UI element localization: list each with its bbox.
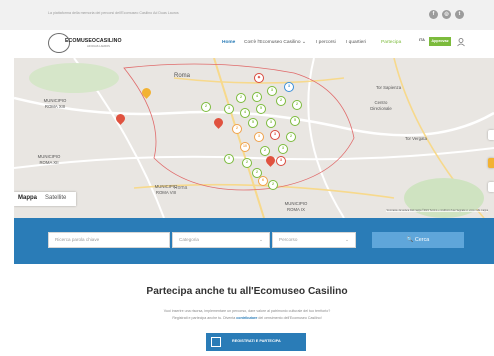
partecipa-description: Vuoi inserire una risorsa, implementare … — [163, 309, 331, 313]
map-cluster-marker[interactable]: 3 — [266, 118, 276, 128]
map-label: Tor Sapienza — [376, 85, 402, 90]
map-cluster-marker[interactable]: 2 — [276, 96, 286, 106]
main-header: ECOMUSEOCASILINO AD DUAS LAUROS Home Cos… — [0, 30, 494, 58]
site-tagline: La piattaforma della memoria dei percors… — [48, 11, 179, 15]
partecipa-title: Partecipa anche tu all'Ecomuseo Casilino — [146, 286, 348, 297]
logo-subtitle: AD DUAS LAUROS — [87, 45, 110, 48]
pegman-icon[interactable] — [488, 158, 494, 168]
search-panel: Ricerca parola chiave Categoria ⌄ Percor… — [14, 218, 494, 264]
facebook-icon[interactable]: f — [429, 10, 438, 19]
map-cluster-marker[interactable]: 2 — [242, 158, 252, 168]
user-icon[interactable] — [456, 37, 466, 47]
logo-name: ECOMUSEOCASILINO — [65, 38, 122, 44]
register-icon — [211, 337, 221, 347]
chevron-down-icon: ⌄ — [345, 237, 349, 242]
nav-partecipa[interactable]: Partecipa — [381, 40, 401, 45]
percorso-select[interactable]: Percorso ⌄ — [272, 232, 356, 248]
map-cluster-marker[interactable]: 5 — [290, 116, 300, 126]
twitter-icon[interactable]: t — [455, 10, 464, 19]
map-type-satellite[interactable]: Satellite — [45, 195, 66, 201]
map-label: Tor Vergata — [405, 136, 427, 141]
map-label: MUNICIPIO ROMA IX — [284, 201, 308, 212]
map-cluster-marker[interactable]: 2 — [232, 124, 242, 134]
nav-ecomuseo[interactable]: Cos'è l'Ecomuseo Casilino ⌄ — [244, 40, 306, 45]
chevron-down-icon: ⌄ — [259, 237, 263, 242]
nav-percorsi[interactable]: I percorsi — [316, 40, 336, 45]
map-cluster-marker[interactable]: 2 — [201, 102, 211, 112]
contributore-link[interactable]: contributore — [236, 316, 257, 320]
map-cluster-marker[interactable]: 2 — [286, 132, 296, 142]
map-cluster-marker[interactable]: 2 — [268, 180, 278, 190]
language-selector[interactable]: ITA — [419, 38, 425, 42]
category-select[interactable]: Categoria ⌄ — [172, 232, 270, 248]
map-attribution: Scorciatoie da tastiera Dati mappa ©2021… — [386, 210, 488, 212]
map-cluster-marker[interactable]: 3 — [267, 86, 277, 96]
map-cluster-marker[interactable]: 2 — [292, 100, 302, 110]
map-cluster-marker[interactable]: 3 — [284, 82, 294, 92]
map-label: Centro Direzionale — [370, 100, 392, 111]
map-type-map[interactable]: Mappa — [18, 195, 37, 201]
keyword-search-input[interactable]: Ricerca parola chiave — [48, 232, 170, 248]
top-bar: La piattaforma della memoria dei percors… — [0, 0, 494, 30]
map-cluster-marker[interactable]: 3 — [224, 104, 234, 114]
map-side-control[interactable] — [488, 130, 494, 140]
map-view[interactable]: Roma MUNICIPIO ROMA XIII Tor Sapienza Ce… — [14, 58, 494, 218]
map-cluster-marker[interactable]: 4 — [240, 108, 250, 118]
map-cluster-marker[interactable]: 6 — [258, 176, 268, 186]
map-label: Roma — [174, 73, 191, 79]
map-cluster-marker[interactable]: 5 — [256, 104, 266, 114]
map-poi-marker[interactable]: ◈ — [254, 73, 264, 83]
instagram-icon[interactable]: ◎ — [442, 10, 451, 19]
map-label: Roma — [174, 185, 188, 191]
map-cluster-marker[interactable]: 5 — [224, 154, 234, 164]
map-cluster-marker[interactable]: 3 — [254, 132, 264, 142]
nav-quartieri[interactable]: I quartieri — [346, 40, 366, 45]
map-cluster-marker[interactable]: 4 — [252, 92, 262, 102]
map-cluster-marker[interactable]: 5 — [248, 118, 258, 128]
approve-button[interactable]: Approvaz — [429, 37, 451, 46]
map-label: MUNICIPIO ROMA XIII — [43, 98, 67, 109]
map-cluster-marker[interactable]: 3 — [276, 156, 286, 166]
register-participate-button[interactable]: REGISTRATI E PARTECIPA — [206, 333, 306, 351]
map-type-control: Mappa Satellite — [14, 192, 76, 206]
partecipa-description-2: Registrati e partecipa anche tu. Diventa… — [172, 316, 322, 320]
map-cluster-marker[interactable]: 3 — [278, 144, 288, 154]
map-cluster-marker[interactable]: 3 — [270, 130, 280, 140]
map-label: MUNICIPIO ROMA XII — [37, 154, 61, 165]
map-cluster-marker[interactable]: 2 — [236, 93, 246, 103]
map-side-control[interactable] — [488, 182, 494, 192]
map-cluster-marker[interactable]: 10 — [240, 142, 250, 152]
nav-home[interactable]: Home — [222, 40, 235, 45]
site-logo[interactable]: ECOMUSEOCASILINO AD DUAS LAUROS — [48, 33, 122, 53]
search-button[interactable]: 🔍 Cerca — [372, 232, 464, 248]
map-cluster-marker[interactable]: 2 — [260, 146, 270, 156]
